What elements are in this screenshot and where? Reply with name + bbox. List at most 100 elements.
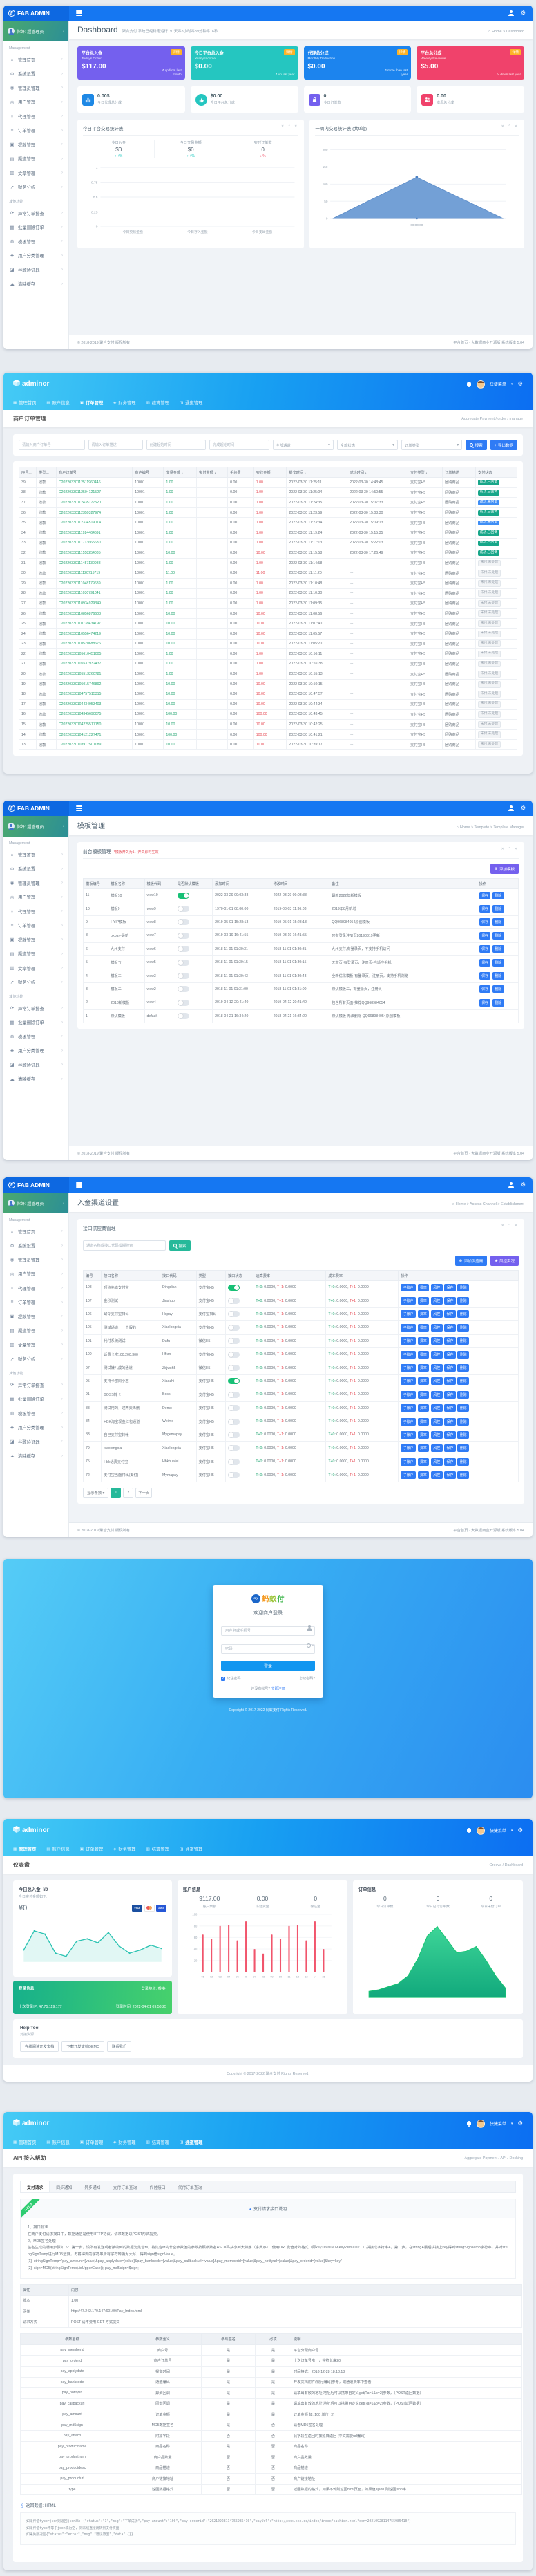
sidebar-item-bank[interactable]: ▤渠道管理› [3, 1324, 68, 1338]
help-button-3[interactable]: 联系我们 [107, 2041, 131, 2052]
channel-toggle[interactable] [228, 1419, 240, 1425]
action-button-费率[interactable]: 费率 [418, 1377, 430, 1385]
tab-6[interactable]: 代付订单查询 [172, 2181, 209, 2192]
delete-button[interactable]: 删除 [492, 932, 504, 940]
filter-input-1[interactable] [19, 440, 85, 450]
nav-item-2[interactable]: ▤账户信息 [46, 1846, 69, 1852]
action-button-子账户[interactable]: 子账户 [401, 1418, 416, 1426]
action-button-子账户[interactable]: 子账户 [401, 1471, 416, 1479]
sidebar-item-bank[interactable]: ▤渠道管理› [3, 947, 68, 962]
sidebar-item-table[interactable]: ▦批量删除订单› [3, 221, 68, 235]
action-button-保存[interactable]: 保存 [444, 1364, 456, 1372]
action-button-保存[interactable]: 保存 [444, 1431, 456, 1439]
page-button-1[interactable]: 1 [111, 1488, 121, 1498]
default-toggle[interactable] [178, 946, 189, 952]
action-button-费率[interactable]: 费率 [418, 1418, 430, 1426]
sidebar-profile[interactable]: 你好: 超管理员› [3, 816, 68, 837]
channel-toggle[interactable] [228, 1352, 240, 1358]
sidebar-item-apple[interactable]: ◍模板管理› [3, 1029, 68, 1044]
bell-icon[interactable] [467, 2121, 472, 2127]
nav-item-4[interactable]: ◈财务管理 [113, 1846, 135, 1852]
app-logo[interactable]: FFAB ADMIN [3, 801, 69, 816]
sidebar-item-admin[interactable]: ◉管理员管理› [3, 81, 68, 95]
default-toggle[interactable] [178, 906, 189, 912]
channel-toggle[interactable] [228, 1365, 240, 1371]
sidebar-item-agent[interactable]: ○代理管理› [3, 109, 68, 124]
nav-item-2[interactable]: ▤账户信息 [46, 2139, 69, 2145]
nav-item-3[interactable]: ▣订单管理 [80, 1846, 103, 1852]
action-button-删除[interactable]: 删除 [457, 1404, 469, 1412]
action-button-子账户[interactable]: 子账户 [401, 1284, 416, 1291]
action-button-费率[interactable]: 费率 [418, 1458, 430, 1466]
user-icon[interactable] [508, 805, 514, 811]
next-page-button[interactable]: 下一页 [135, 1488, 152, 1498]
action-button-风控[interactable]: 风控 [431, 1391, 443, 1399]
action-button-子账户[interactable]: 子账户 [401, 1404, 416, 1412]
sidebar-item-cogs[interactable]: ⚙系统设置› [3, 67, 68, 82]
sidebar-item-book[interactable]: ▥文章管理› [3, 166, 68, 180]
save-button[interactable]: 保存 [479, 945, 491, 953]
order-id-cell[interactable]: C20220330112435177520 [56, 498, 132, 508]
action-button-风控[interactable]: 风控 [431, 1444, 443, 1452]
action-button-风控[interactable]: 风控 [431, 1324, 443, 1332]
action-button-费率[interactable]: 费率 [418, 1444, 430, 1452]
default-toggle[interactable] [178, 933, 189, 939]
filter-select-2[interactable]: 全部状态▾ [337, 440, 398, 450]
save-button[interactable]: 保存 [479, 972, 491, 980]
nav-item-6[interactable]: ◨通道管理 [180, 400, 202, 406]
forgot-password-link[interactable]: 忘记密码? [299, 1676, 315, 1681]
sidebar-item-cloud[interactable]: ☁清除缓存› [3, 1449, 68, 1464]
sidebar-item-users[interactable]: ◎用户管理› [3, 95, 68, 110]
channel-toggle[interactable] [228, 1285, 240, 1291]
action-button-费率[interactable]: 费率 [418, 1297, 430, 1305]
tab-1[interactable]: 支付请求 [21, 2181, 50, 2192]
action-button-删除[interactable]: 删除 [457, 1431, 469, 1439]
user-menu-label[interactable]: 快捷菜单 [490, 1827, 506, 1833]
order-id-cell[interactable]: C20220330105610451005 [56, 649, 132, 660]
nav-item-6[interactable]: ◨通道管理 [180, 1846, 202, 1852]
nav-item-3[interactable]: ▣订单管理 [80, 2139, 103, 2145]
action-button-删除[interactable]: 删除 [457, 1310, 469, 1318]
channel-toggle[interactable] [228, 1445, 240, 1451]
channel-toggle[interactable] [228, 1432, 240, 1438]
order-id-cell[interactable]: C20220330112504121527 [56, 487, 132, 498]
card-controls[interactable]: ✕ ⌃ ✕ [501, 124, 519, 129]
order-id-cell[interactable]: C20220330104121227471 [56, 729, 132, 740]
default-toggle[interactable] [178, 973, 189, 979]
sidebar-item-chart[interactable]: ↗财务分析› [3, 1352, 68, 1367]
order-id-cell[interactable]: C20220330110739434197 [56, 619, 132, 629]
nav-item-2[interactable]: ▤账户信息 [46, 400, 69, 406]
sidebar-item-apple[interactable]: ◍模板管理› [3, 1406, 68, 1421]
delete-button[interactable]: 删除 [492, 985, 504, 993]
order-id-cell[interactable]: C20220330112511960446 [56, 478, 132, 488]
order-id-cell[interactable]: C20220330111713665680 [56, 538, 132, 548]
order-id-cell[interactable]: C20220330104225517150 [56, 720, 132, 730]
avatar[interactable] [477, 380, 485, 389]
delete-button[interactable]: 删除 [492, 905, 504, 913]
order-id-cell[interactable]: C20220330104434953403 [56, 700, 132, 710]
default-toggle[interactable] [178, 1013, 189, 1019]
action-button-子账户[interactable]: 子账户 [401, 1444, 416, 1452]
sidebar-item-list[interactable]: ≡订单管理› [3, 124, 68, 138]
action-button-子账户[interactable]: 子账户 [401, 1310, 416, 1318]
channel-toggle[interactable] [228, 1405, 240, 1411]
page-size-select[interactable]: 显示条数 ▾ [83, 1488, 108, 1498]
order-id-cell[interactable]: C20220330111924464691 [56, 528, 132, 538]
action-button-保存[interactable]: 保存 [444, 1391, 456, 1399]
channel-toggle[interactable] [228, 1459, 240, 1465]
delete-button[interactable]: 删除 [492, 999, 504, 1007]
gear-icon[interactable]: ⚙ [521, 805, 526, 811]
action-button-子账户[interactable]: 子账户 [401, 1351, 416, 1359]
gear-icon[interactable]: ⚙ [517, 2120, 523, 2127]
default-toggle[interactable] [178, 919, 189, 925]
page-button-2[interactable]: 2 [123, 1488, 133, 1498]
filter-input-4[interactable] [209, 440, 269, 450]
action-button-风控[interactable]: 风控 [431, 1458, 443, 1466]
action-button-保存[interactable]: 保存 [444, 1297, 456, 1305]
save-button[interactable]: 保存 [479, 892, 491, 899]
order-id-cell[interactable]: C20220330110556474219 [56, 628, 132, 639]
login-button[interactable]: 登录 [221, 1661, 315, 1671]
action-button-风控[interactable]: 风控 [431, 1431, 443, 1439]
action-button-保存[interactable]: 保存 [444, 1418, 456, 1426]
sidebar-item-list[interactable]: ≡订单管理› [3, 919, 68, 933]
